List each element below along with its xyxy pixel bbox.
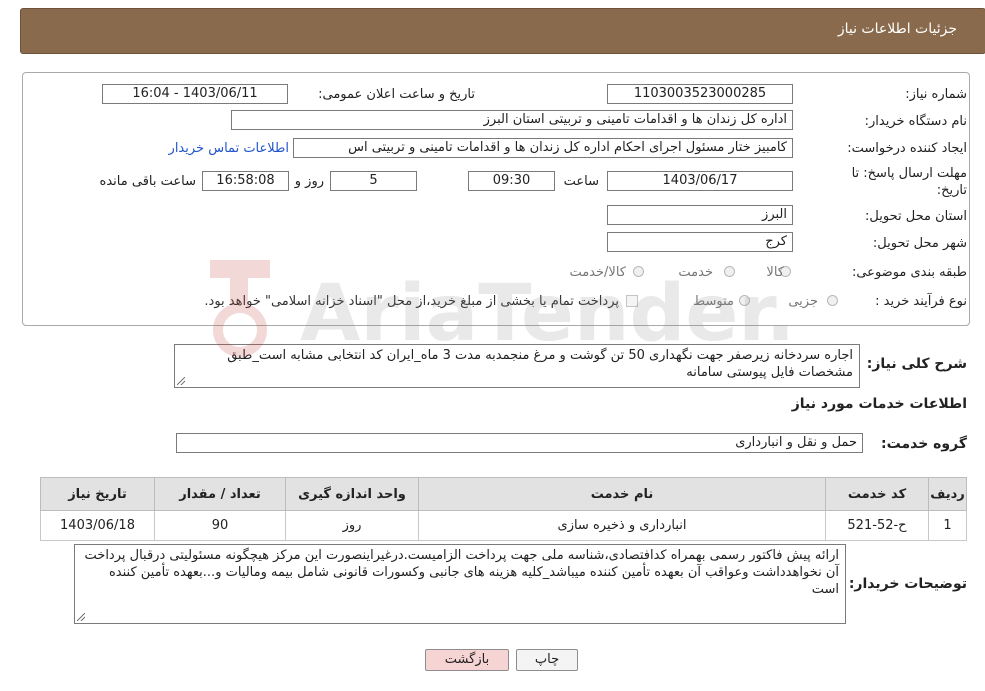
- resize-grip-icon[interactable]: [177, 377, 185, 385]
- city-field[interactable]: کرج: [607, 232, 793, 252]
- deadline-time-label: ساعت: [563, 174, 599, 189]
- description-text: اجاره سردخانه زیرصفر جهت نگهداری 50 تن گ…: [227, 348, 853, 380]
- remaining-time-field[interactable]: 16:58:08: [202, 171, 289, 191]
- services-section-title: اطلاعات خدمات مورد نیاز: [791, 396, 967, 412]
- page-title: جزئیات اطلاعات نیاز: [837, 21, 957, 37]
- announce-datetime-field[interactable]: 1403/06/11 - 16:04: [102, 84, 288, 104]
- category-service-label: خدمت: [678, 265, 713, 280]
- category-goods-label: کالا: [766, 265, 784, 280]
- col-service-name: نام خدمت: [418, 477, 826, 511]
- days-remaining-field[interactable]: 5: [330, 171, 417, 191]
- cell-service-name: انبارداری و ذخیره سازی: [418, 510, 826, 541]
- category-goods-service-label: کالا/خدمت: [569, 265, 626, 280]
- remaining-time-label: ساعت باقی مانده: [99, 174, 196, 189]
- announce-datetime-label: تاریخ و ساعت اعلان عمومی:: [318, 87, 475, 102]
- col-quantity: تعداد / مقدار: [154, 477, 286, 511]
- table-header-row: ردیف کد خدمت نام خدمت واحد اندازه گیری ت…: [40, 477, 967, 511]
- service-group-field[interactable]: حمل و نقل و انبارداری: [176, 433, 863, 453]
- col-unit: واحد اندازه گیری: [285, 477, 419, 511]
- cell-unit: روز: [285, 510, 419, 541]
- province-field[interactable]: البرز: [607, 205, 793, 225]
- deadline-time-field[interactable]: 09:30: [468, 171, 555, 191]
- purchase-medium-radio[interactable]: [739, 295, 750, 306]
- col-row-number: ردیف: [928, 477, 967, 511]
- days-label: روز و: [294, 174, 324, 189]
- buyer-notes-textarea[interactable]: ارائه پیش فاکتور رسمی بهمراه کدافتصادی،ش…: [74, 544, 846, 624]
- resize-grip-icon[interactable]: [77, 613, 85, 621]
- cell-need-date: 1403/06/18: [40, 510, 155, 541]
- description-textarea[interactable]: اجاره سردخانه زیرصفر جهت نگهداری 50 تن گ…: [174, 344, 860, 388]
- buyer-notes-text: ارائه پیش فاکتور رسمی بهمراه کدافتصادی،ش…: [84, 548, 839, 597]
- buyer-org-label: نام دستگاه خریدار:: [864, 114, 967, 129]
- purchase-medium-label: متوسط: [693, 294, 734, 309]
- table-row: 1 ح-52-521 انبارداری و ذخیره سازی روز 90…: [40, 510, 967, 541]
- deadline-label: مهلت ارسال پاسخ: تا: [851, 166, 967, 181]
- requester-field[interactable]: کامبیز ختار مسئول اجرای احکام اداره کل ز…: [293, 138, 793, 158]
- need-number-label: شماره نیاز:: [905, 87, 967, 102]
- buyer-contact-link[interactable]: اطلاعات تماس خریدار: [169, 141, 289, 156]
- city-label: شهر محل تحویل:: [872, 236, 967, 251]
- col-need-date: تاریخ نیاز: [40, 477, 155, 511]
- col-service-code: کد خدمت: [825, 477, 929, 511]
- cell-service-code: ح-52-521: [825, 510, 929, 541]
- category-service-radio[interactable]: [724, 266, 735, 277]
- purchase-minor-radio[interactable]: [827, 295, 838, 306]
- deadline-date-field[interactable]: 1403/06/17: [607, 171, 793, 191]
- category-label: طبقه بندی موضوعی:: [851, 265, 967, 280]
- province-label: استان محل تحویل:: [865, 209, 967, 224]
- service-group-label: گروه خدمت:: [881, 436, 967, 452]
- print-button[interactable]: چاپ: [516, 649, 578, 671]
- purchase-type-label: نوع فرآیند خرید :: [875, 294, 967, 309]
- purchase-minor-label: جزیی: [788, 294, 818, 309]
- description-label: شرح کلی نیاز:: [866, 356, 967, 372]
- deadline-label-date: تاریخ:: [936, 183, 967, 198]
- services-table: ردیف کد خدمت نام خدمت واحد اندازه گیری ت…: [40, 477, 967, 541]
- page-header: جزئیات اطلاعات نیاز: [20, 8, 985, 54]
- need-number-field[interactable]: 1103003523000285: [607, 84, 793, 104]
- cell-row-number: 1: [928, 510, 967, 541]
- buyer-notes-label: توضیحات خریدار:: [848, 576, 967, 592]
- treasury-bonds-checkbox[interactable]: [626, 295, 638, 307]
- buyer-org-field[interactable]: اداره کل زندان ها و اقدامات تامینی و ترب…: [231, 110, 793, 130]
- back-button[interactable]: بازگشت: [425, 649, 509, 671]
- requester-label: ایجاد کننده درخواست:: [847, 141, 967, 156]
- payment-note: پرداخت تمام یا بخشی از مبلغ خرید،از محل …: [204, 294, 619, 309]
- category-goods-service-radio[interactable]: [633, 266, 644, 277]
- cell-quantity: 90: [154, 510, 286, 541]
